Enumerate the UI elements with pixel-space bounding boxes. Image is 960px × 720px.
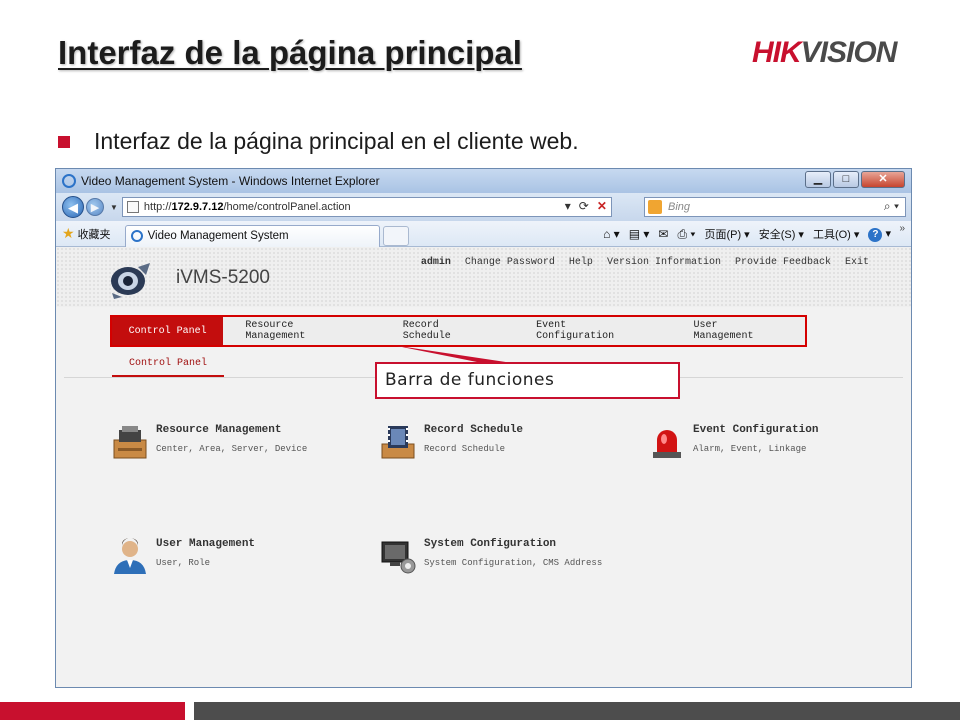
module-record-schedule[interactable]: Record Schedule Record Schedule: [378, 422, 523, 462]
module-desc: System Configuration, CMS Address: [424, 558, 603, 568]
ie-icon: [62, 174, 76, 188]
ie-tab-icon: [130, 230, 143, 242]
sub-tab-control-panel[interactable]: Control Panel: [112, 351, 224, 377]
url-tools: ▾ ⟳ ✕: [565, 199, 607, 213]
module-system-configuration[interactable]: System Configuration System Configuratio…: [378, 536, 602, 576]
window-titlebar[interactable]: Video Management System - Windows Intern…: [56, 169, 911, 193]
maximize-button[interactable]: □: [833, 171, 859, 188]
forward-button[interactable]: ▶: [86, 198, 104, 216]
back-button[interactable]: ◀: [62, 196, 84, 218]
slide: Interfaz de la página principal HIKVISIO…: [0, 0, 960, 720]
module-title: Record Schedule: [424, 424, 524, 436]
module-event-configuration[interactable]: Event Configuration Alarm, Event, Linkag…: [647, 422, 818, 462]
logo-hik: HIK: [752, 36, 802, 69]
menu-control-panel[interactable]: Control Panel: [112, 317, 224, 345]
module-user-management[interactable]: User Management User, Role: [110, 536, 255, 576]
logo-vision: VISION: [800, 36, 898, 69]
feeds-icon[interactable]: ▤ ▾: [629, 227, 650, 241]
red-alarm-light-icon: [653, 430, 681, 458]
window-controls: ▁ □ ✕: [803, 171, 905, 188]
tab-video-management-system[interactable]: Video Management System: [124, 224, 380, 247]
browser-window: Video Management System - Windows Intern…: [55, 168, 912, 688]
address-bar-row: ◀ ▶ ▼ http://172.9.7.12/home/controlPane…: [56, 193, 911, 221]
bullet-row: Interfaz de la página principal en el cl…: [58, 128, 579, 155]
url-dropdown-icon[interactable]: ▾: [565, 199, 571, 213]
user-icon: [114, 538, 146, 574]
function-bar-callout: Barra de funciones: [375, 362, 680, 399]
module-desc: User, Role: [156, 558, 211, 568]
help-link[interactable]: Help: [569, 257, 593, 268]
module-title: Event Configuration: [693, 424, 819, 436]
command-bar: ⌂ ▾ ▤ ▾ ✉ ⎙ ▾ 页面(P) ▾ 安全(S) ▾ 工具(O) ▾ ? …: [603, 226, 891, 242]
monitor-gear-icon: [381, 541, 416, 574]
provide-feedback-link[interactable]: Provide Feedback: [735, 257, 831, 268]
page-menu-label: 页面(P): [704, 229, 742, 241]
favorites-star-icon[interactable]: ★: [62, 225, 75, 242]
module-title: System Configuration: [424, 538, 557, 550]
camera-eye-logo-icon: [111, 263, 150, 299]
address-input[interactable]: http://172.9.7.12/home/controlPanel.acti…: [121, 197, 612, 217]
app-name: iVMS-5200: [176, 267, 270, 288]
printer-box-icon: [113, 426, 147, 459]
module-desc: Alarm, Event, Linkage: [693, 444, 807, 454]
menu-resource-management[interactable]: Resource Management: [223, 317, 380, 345]
favorites-bar: ★ 收藏夹 Video Management System ⌂ ▾ ▤ ▾ ✉ …: [56, 221, 911, 247]
change-password-link[interactable]: Change Password: [465, 257, 555, 268]
bullet-square-icon: [58, 135, 70, 148]
footer-grey-bar: [194, 702, 960, 720]
module-desc: Record Schedule: [424, 444, 506, 454]
home-icon[interactable]: ⌂ ▾: [603, 227, 620, 241]
bullet-text: Interfaz de la página principal en el cl…: [94, 128, 579, 154]
footer-red-bar: [0, 702, 185, 720]
help-icon: ?: [868, 227, 883, 242]
tab-label: Video Management System: [147, 230, 289, 242]
tools-menu-label: 工具(O): [812, 229, 851, 241]
menu-event-configuration[interactable]: Event Configuration: [514, 317, 671, 345]
app-content: iVMS-5200 admin Change Password Help Ver…: [56, 247, 911, 687]
url-prefix: http://: [143, 201, 172, 213]
hikvision-logo: HIKVISION: [752, 36, 898, 70]
module-desc: Center, Area, Server, Device: [156, 444, 308, 454]
tools-menu[interactable]: 工具(O) ▾: [813, 226, 859, 242]
module-title: Resource Management: [156, 424, 282, 436]
close-button[interactable]: ✕: [861, 171, 905, 188]
url-path: /home/controlPanel.action: [223, 201, 351, 213]
safety-menu[interactable]: 安全(S) ▾: [759, 226, 804, 242]
page-icon: [126, 201, 139, 213]
search-input[interactable]: Bing ⌕ ▾: [644, 197, 906, 217]
safety-menu-label: 安全(S): [758, 229, 796, 241]
user-admin-label: admin: [420, 257, 451, 268]
app-header: iVMS-5200 admin Change Password Help Ver…: [56, 247, 911, 307]
refresh-icon[interactable]: ⟳: [579, 199, 589, 213]
history-dropdown-icon[interactable]: ▼: [110, 203, 118, 212]
search-placeholder: Bing: [668, 201, 691, 213]
version-information-link[interactable]: Version Information: [607, 257, 721, 268]
exit-link[interactable]: Exit: [845, 257, 869, 268]
chevron-right-icon[interactable]: »: [899, 223, 905, 234]
print-icon[interactable]: ⎙ ▾: [677, 227, 695, 242]
favorites-label[interactable]: 收藏夹: [78, 226, 111, 242]
function-bar: Control Panel Resource Management Record…: [110, 315, 807, 347]
module-title: User Management: [156, 538, 256, 550]
new-tab-button[interactable]: [382, 225, 409, 246]
menu-record-schedule[interactable]: Record Schedule: [381, 317, 514, 345]
bing-icon: [648, 200, 662, 214]
film-box-icon: [381, 426, 415, 459]
window-title: Video Management System - Windows Intern…: [81, 174, 380, 188]
page-menu[interactable]: 页面(P) ▾: [704, 226, 749, 242]
help-menu[interactable]: ? ▾: [868, 227, 891, 242]
slide-title: Interfaz de la página principal: [58, 34, 522, 71]
search-icon[interactable]: ⌕ ▾: [884, 199, 899, 214]
stop-icon[interactable]: ✕: [597, 199, 607, 213]
minimize-button[interactable]: ▁: [805, 171, 831, 188]
top-links: admin Change Password Help Version Infor…: [421, 257, 869, 268]
mail-icon[interactable]: ✉: [658, 227, 668, 241]
menu-user-management[interactable]: User Management: [672, 317, 805, 345]
url-host: 172.9.7.12: [171, 201, 224, 213]
module-resource-management[interactable]: Resource Management Center, Area, Server…: [110, 422, 307, 462]
